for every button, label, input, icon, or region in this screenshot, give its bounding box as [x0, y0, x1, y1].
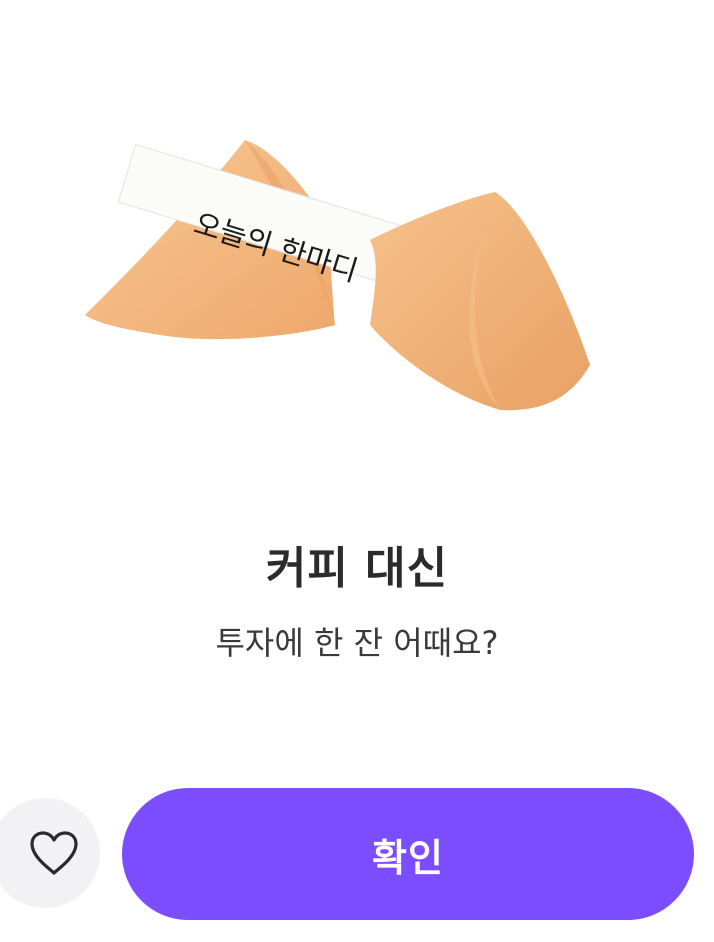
fortune-title: 커피 대신: [265, 543, 449, 594]
fortune-cookie-illustration: 오늘의 한마디: [85, 140, 590, 411]
heart-outline-icon: [30, 831, 78, 875]
fortune-cookie-screen: 오늘의 한마디 커피 대신 투자에 한 잔 어때요? 확인: [0, 0, 714, 942]
fortune-message: 투자에 한 잔 어때요?: [215, 624, 499, 662]
confirm-button[interactable]: 확인: [122, 788, 694, 920]
like-button[interactable]: [0, 798, 100, 908]
